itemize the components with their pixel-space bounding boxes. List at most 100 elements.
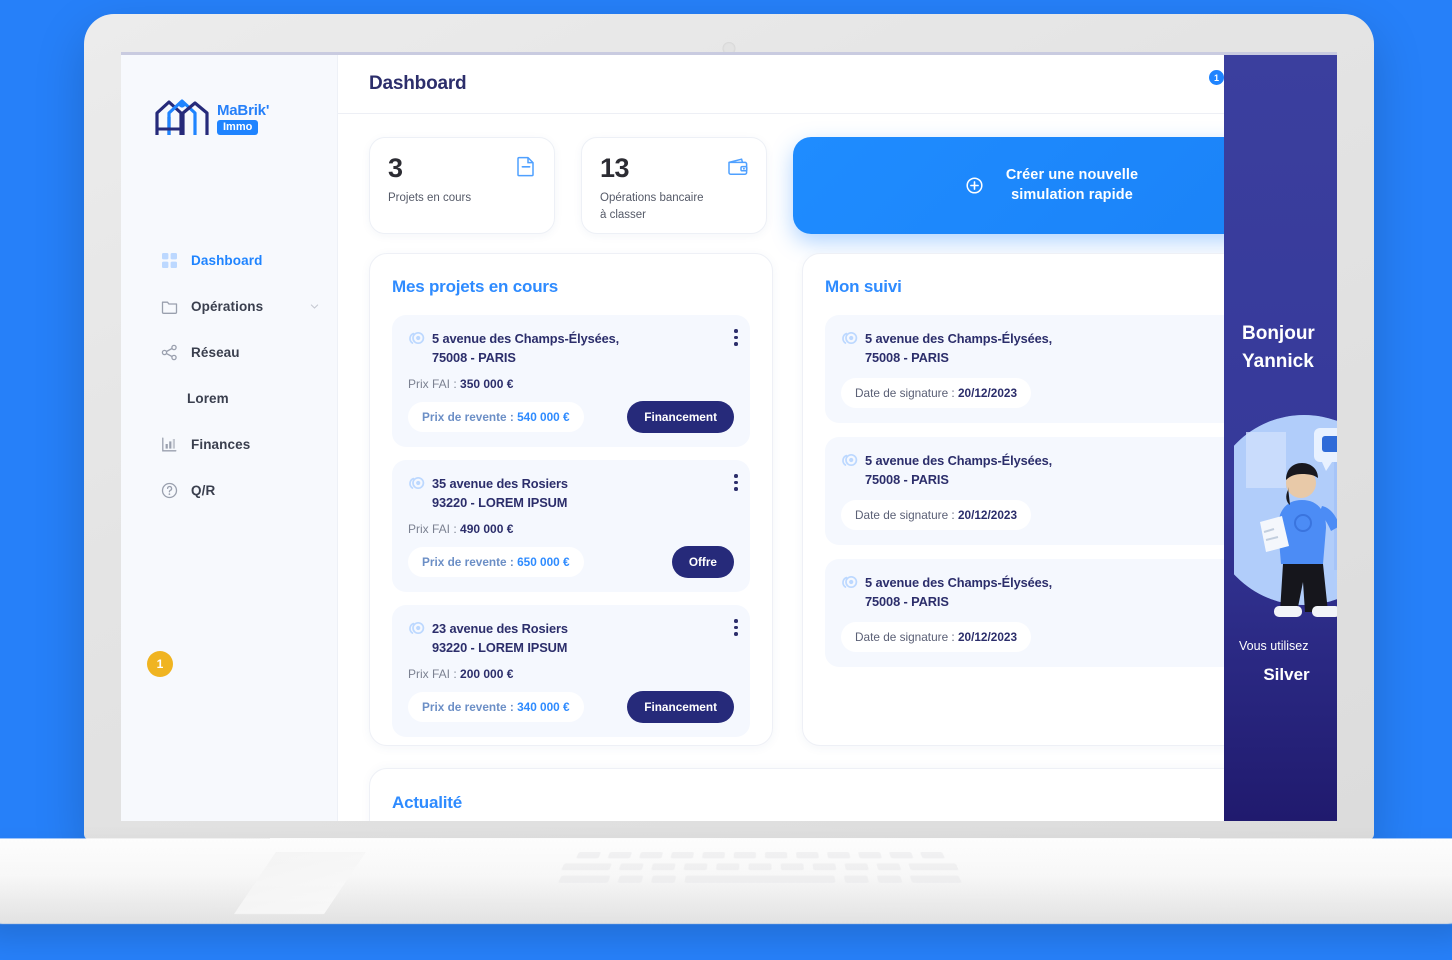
date-value: 20/12/2023 — [957, 508, 1018, 523]
project-resale-pill: Prix de revente : 650 000 € — [408, 547, 584, 578]
dashboard-content: 3 Projets en cours 13 Opérations bancair… — [338, 114, 1337, 821]
resale-label: Prix de revente : — [422, 700, 518, 715]
key — [683, 863, 708, 871]
promo-greeting: Bonjour Yannick — [1242, 320, 1337, 375]
project-card-footer: Prix de revente : 650 000 € Offre — [408, 546, 734, 579]
suivi-date-pill: Date de signature : 20/12/2023 — [841, 622, 1032, 653]
greeting-line2: Yannick — [1242, 350, 1314, 372]
stat-label: Opérations bancaire à classer — [600, 190, 748, 223]
key — [617, 875, 644, 883]
promo-footer-text: Vous utilisez — [1239, 639, 1309, 653]
property-icon — [842, 576, 858, 589]
key — [876, 863, 902, 871]
key — [638, 852, 663, 859]
project-card-footer: Prix de revente : 540 000 € Financement — [408, 401, 734, 434]
key — [909, 875, 962, 883]
resale-label: Prix de revente : — [422, 410, 518, 425]
suivi-card[interactable]: 5 avenue des Champs-Élysées, 75008 - PAR… — [825, 559, 1288, 668]
property-icon — [409, 477, 425, 490]
folder-icon — [161, 301, 178, 314]
news-panel: Actualité — [369, 768, 1311, 821]
app-window: MaBrik' Immo Dashboard Opérations Réseau… — [121, 55, 1337, 821]
sidebar-item-lorem[interactable]: Lorem — [121, 375, 337, 421]
property-icon — [409, 622, 425, 635]
sidebar-notification-badge[interactable]: 1 — [147, 651, 173, 677]
stat-card-bank-ops[interactable]: 13 Opérations bancaire à classer — [581, 137, 767, 234]
project-fai: Prix FAI : 350 000 € — [408, 377, 734, 391]
cta-line2: simulation rapide — [1011, 186, 1133, 203]
project-card[interactable]: 23 avenue des Rosiers 93220 - LOREM IPSU… — [392, 605, 750, 738]
stat-card-projects[interactable]: 3 Projets en cours — [369, 137, 555, 234]
date-value: 20/12/2023 — [957, 386, 1018, 401]
project-status-tag[interactable]: Financement — [627, 691, 734, 724]
project-card-menu-button[interactable] — [734, 329, 738, 346]
project-card[interactable]: 35 avenue des Rosiers 93220 - LOREM IPSU… — [392, 460, 750, 593]
address-line1: 5 avenue des Champs-Élysées, — [865, 453, 1053, 469]
house-logo-icon — [155, 99, 209, 135]
sidebar-nav: Dashboard Opérations Réseau Lorem Financ… — [121, 237, 337, 513]
sidebar-item-label: Opérations — [191, 298, 264, 314]
sidebar-item-dashboard[interactable]: Dashboard — [121, 237, 337, 283]
suivi-address: 5 avenue des Champs-Élysées, 75008 - PAR… — [841, 330, 1272, 367]
wallet-icon — [728, 158, 748, 175]
property-icon — [409, 331, 425, 345]
logo-word: MaBrik' — [217, 102, 270, 119]
key — [812, 863, 837, 871]
project-address-text: 35 avenue des Rosiers 93220 - LOREM IPSU… — [432, 475, 568, 512]
key — [857, 852, 882, 859]
resale-value: 340 000 € — [517, 700, 570, 715]
key — [919, 852, 945, 859]
stats-row: 3 Projets en cours 13 Opérations bancair… — [369, 137, 1311, 234]
key — [558, 875, 611, 883]
date-label: Date de signature : — [855, 386, 958, 401]
sidebar-item-label: Réseau — [191, 344, 240, 360]
address-line1: 5 avenue des Champs-Élysées, — [432, 331, 620, 346]
suivi-card[interactable]: 5 avenue des Champs-Élysées, 75008 - PAR… — [825, 437, 1288, 546]
project-address: 23 avenue des Rosiers 93220 - LOREM IPSU… — [408, 620, 734, 657]
sidebar-item-label: Q/R — [191, 482, 216, 498]
project-address-text: 5 avenue des Champs-Élysées, 75008 - PAR… — [432, 330, 619, 367]
address-line2: 93220 - LOREM IPSUM — [432, 639, 568, 655]
suivi-card[interactable]: 5 avenue des Champs-Élysées, 75008 - PAR… — [825, 315, 1288, 424]
sidebar-item-label: Dashboard — [191, 252, 263, 268]
address-line2: 93220 - LOREM IPSUM — [432, 494, 568, 510]
project-card-menu-button[interactable] — [734, 474, 738, 491]
suivi-address-text: 5 avenue des Champs-Élysées, 75008 - PAR… — [865, 330, 1052, 367]
stat-label-line2: à classer — [600, 208, 647, 221]
project-card-menu-button[interactable] — [734, 619, 738, 636]
address-line1: 5 avenue des Champs-Élysées, — [865, 575, 1053, 591]
cta-line1: Créer une nouvelle — [1005, 166, 1139, 183]
suivi-address: 5 avenue des Champs-Élysées, 75008 - PAR… — [841, 574, 1272, 611]
chevron-down-icon — [310, 303, 319, 309]
project-status-tag[interactable]: Offre — [671, 546, 734, 579]
fai-value: 350 000 € — [460, 377, 514, 392]
sidebar-item-qr[interactable]: Q/R — [121, 467, 337, 513]
fai-value: 200 000 € — [460, 667, 514, 682]
sidebar-item-finances[interactable]: Finances — [121, 421, 337, 467]
promo-plan-name: Silver — [1263, 664, 1310, 684]
date-value: 20/12/2023 — [957, 630, 1018, 645]
suivi-address: 5 avenue des Champs-Élysées, 75008 - PAR… — [841, 452, 1272, 489]
sidebar-item-reseau[interactable]: Réseau — [121, 329, 337, 375]
key — [607, 852, 632, 859]
stat-label: Projets en cours — [388, 192, 472, 204]
project-card[interactable]: 5 avenue des Champs-Élysées, 75008 - PAR… — [392, 315, 750, 448]
page-title: Dashboard — [369, 73, 467, 94]
app-logo[interactable]: MaBrik' Immo — [153, 95, 337, 137]
person-with-clipboard-illustration — [1234, 415, 1337, 617]
stat-label-line1: Opérations bancaire — [600, 192, 704, 204]
create-simulation-label: Créer une nouvelle simulation rapide — [1006, 166, 1138, 205]
projects-panel: Mes projets en cours 5 avenue des Champs… — [369, 253, 773, 746]
date-label: Date de signature : — [855, 508, 958, 523]
key-space — [684, 875, 836, 883]
project-status-tag[interactable]: Financement — [627, 401, 734, 434]
sidebar-item-operations[interactable]: Opérations — [121, 283, 337, 329]
projects-panel-title: Mes projets en cours — [392, 277, 559, 296]
sidebar-item-label: Finances — [191, 436, 251, 452]
resale-label: Prix de revente : — [422, 555, 518, 570]
sidebar-item-label: Lorem — [187, 390, 229, 406]
date-label: Date de signature : — [855, 630, 958, 645]
key — [826, 852, 850, 859]
sidebar: MaBrik' Immo Dashboard Opérations Réseau… — [121, 55, 338, 821]
key — [876, 875, 903, 883]
